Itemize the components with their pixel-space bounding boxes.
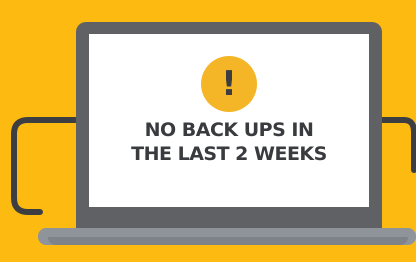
exclamation-icon: !: [201, 56, 257, 112]
laptop-base-shadow: [48, 237, 408, 245]
warning-line-2: THE LAST 2 WEEKS: [131, 143, 327, 165]
laptop-screen: ! NO BACK UPS IN THE LAST 2 WEEKS: [89, 34, 369, 207]
exclamation-symbol: !: [221, 64, 237, 104]
backup-warning-illustration: ! NO BACK UPS IN THE LAST 2 WEEKS: [0, 0, 416, 262]
backup-warning-message: NO BACK UPS IN THE LAST 2 WEEKS: [99, 118, 359, 166]
warning-line-1: NO BACK UPS IN: [144, 119, 314, 141]
